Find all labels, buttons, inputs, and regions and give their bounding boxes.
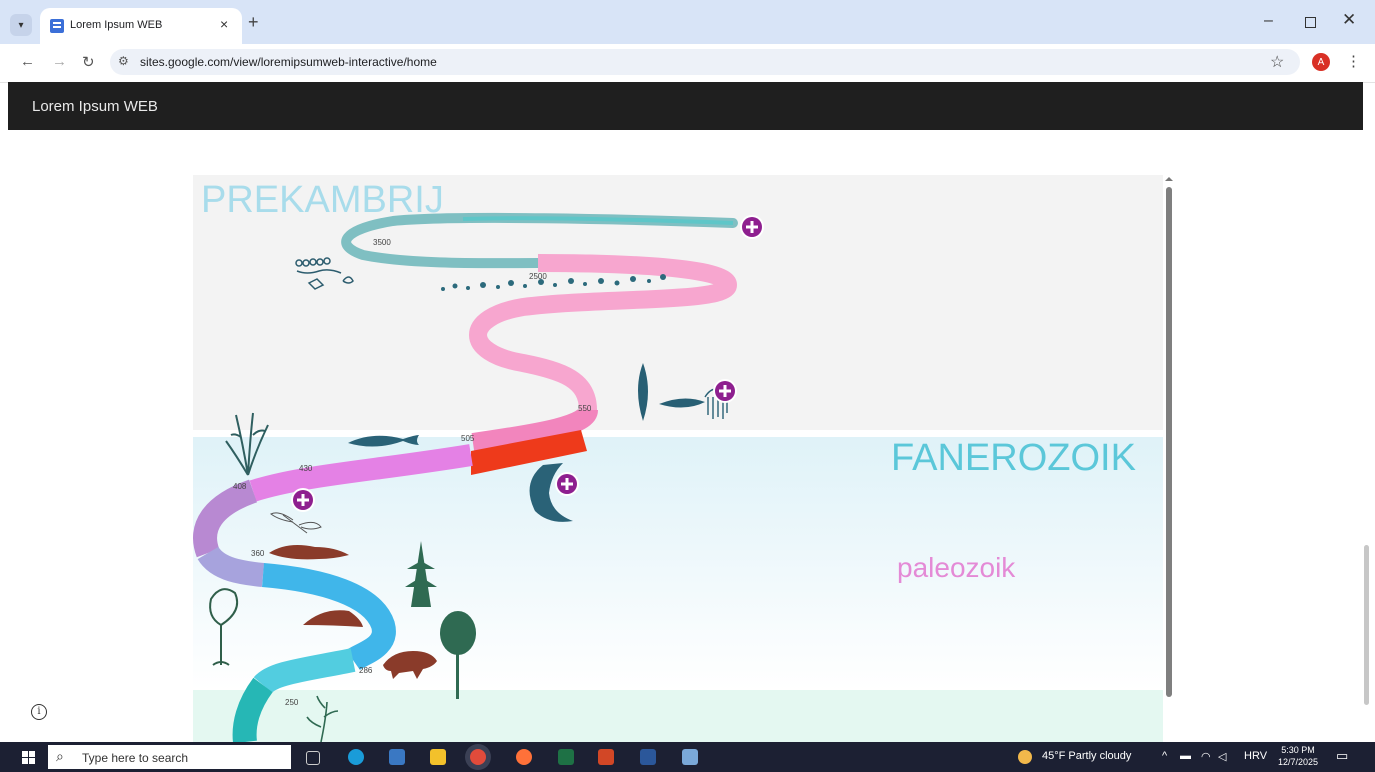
close-window-button[interactable]: ✕ [1342,10,1356,30]
page-scrollbar-thumb[interactable] [1364,545,1369,705]
browser-tab-strip: ▾ Lorem Ipsum WEB × + – ✕ [0,0,1375,44]
tab-close-icon[interactable]: × [220,16,228,32]
site-info-icon[interactable]: ⚙ [118,54,129,68]
weather-icon[interactable] [1018,750,1032,764]
timeline-label: 360 [251,549,265,558]
excel-icon[interactable] [558,749,574,765]
hotspot-cambrian-button[interactable] [555,472,579,496]
restore-window-button[interactable] [1305,17,1316,28]
site-favicon-icon [50,19,64,33]
profile-avatar[interactable]: A [1312,53,1330,71]
timeline-label: 408 [233,482,247,491]
taskbar-clock[interactable]: 5:30 PM 12/7/2025 [1278,744,1318,768]
clock-time: 5:30 PM [1281,745,1315,755]
windows-taskbar: ⌕ Type here to search 45°F Partly cloudy… [0,742,1375,772]
scroll-up-arrow-icon[interactable] [1165,177,1173,181]
new-tab-button[interactable]: + [248,13,259,31]
hotspot-precambrian-button[interactable] [740,215,764,239]
volume-icon[interactable]: ◁ [1218,750,1226,763]
timeline-label: 3500 [373,238,391,247]
powerpoint-icon[interactable] [598,749,614,765]
notes-app-icon[interactable] [682,749,698,765]
page-content: PREKAMBRIJ FANEROZOIK paleozoik 3500 250… [0,130,1375,742]
minimize-window-button[interactable]: – [1264,12,1273,30]
network-icon[interactable]: ▬ [1180,750,1191,762]
timeline-label: 505 [461,434,475,443]
reload-icon[interactable]: ↻ [82,53,95,71]
scrollbar-thumb[interactable] [1166,187,1172,697]
store-icon[interactable] [389,749,405,765]
browser-menu-icon[interactable]: ⋮ [1346,52,1361,70]
notification-icon[interactable]: ▭ [1336,748,1348,764]
url-text[interactable]: sites.google.com/view/loremipsumweb-inte… [140,55,437,69]
windows-start-icon[interactable] [22,751,35,764]
chrome-icon[interactable] [470,749,486,765]
weather-text[interactable]: 45°F Partly cloudy [1042,750,1131,762]
firefox-icon[interactable] [516,749,532,765]
taskbar-search-box[interactable]: ⌕ Type here to search [48,745,291,769]
file-explorer-icon[interactable] [430,749,446,765]
search-icon: ⌕ [56,748,64,764]
site-title[interactable]: Lorem Ipsum WEB [32,98,158,115]
timeline-label: 430 [299,464,313,473]
active-tab[interactable]: Lorem Ipsum WEB × [40,8,242,44]
taskbar-search-placeholder: Type here to search [82,751,189,765]
hotspot-ediacaran-button[interactable] [713,379,737,403]
language-indicator[interactable]: HRV [1244,750,1267,762]
timeline-infographic: PREKAMBRIJ FANEROZOIK paleozoik 3500 250… [193,175,1163,742]
clock-date: 12/7/2025 [1278,757,1319,767]
browser-toolbar: ← → ↻ ⚙ sites.google.com/view/loremipsum… [0,44,1375,83]
site-header: Lorem Ipsum WEB [8,82,1363,130]
paleozoic-title: paleozoik [897,552,1016,583]
word-icon[interactable] [640,749,656,765]
info-icon[interactable]: i [31,704,47,720]
tab-search-dropdown-icon[interactable]: ▾ [10,14,32,36]
tray-overflow-icon[interactable]: ^ [1162,750,1167,762]
tab-title: Lorem Ipsum WEB [70,19,163,31]
band-divider [193,430,1163,437]
timeline-label: 550 [578,404,592,413]
bookmark-star-icon[interactable]: ☆ [1270,52,1284,72]
back-icon[interactable]: ← [20,53,35,70]
forward-icon[interactable]: → [52,53,67,70]
mesozoic-band [193,690,1163,742]
timeline-label: 2500 [529,272,547,281]
edge-icon[interactable] [348,749,364,765]
embed-scrollbar[interactable] [1163,175,1175,735]
hotspot-paleozoic-button[interactable] [291,488,315,512]
task-view-icon[interactable] [306,751,320,765]
precambrian-title: PREKAMBRIJ [201,179,444,221]
wifi-icon[interactable]: ◠ [1201,750,1211,763]
address-bar[interactable]: ⚙ sites.google.com/view/loremipsumweb-in… [110,49,1300,75]
timeline-label: 250 [285,698,299,707]
timeline-label: 286 [359,666,373,675]
phanerozoic-title: FANEROZOIK [891,437,1136,479]
